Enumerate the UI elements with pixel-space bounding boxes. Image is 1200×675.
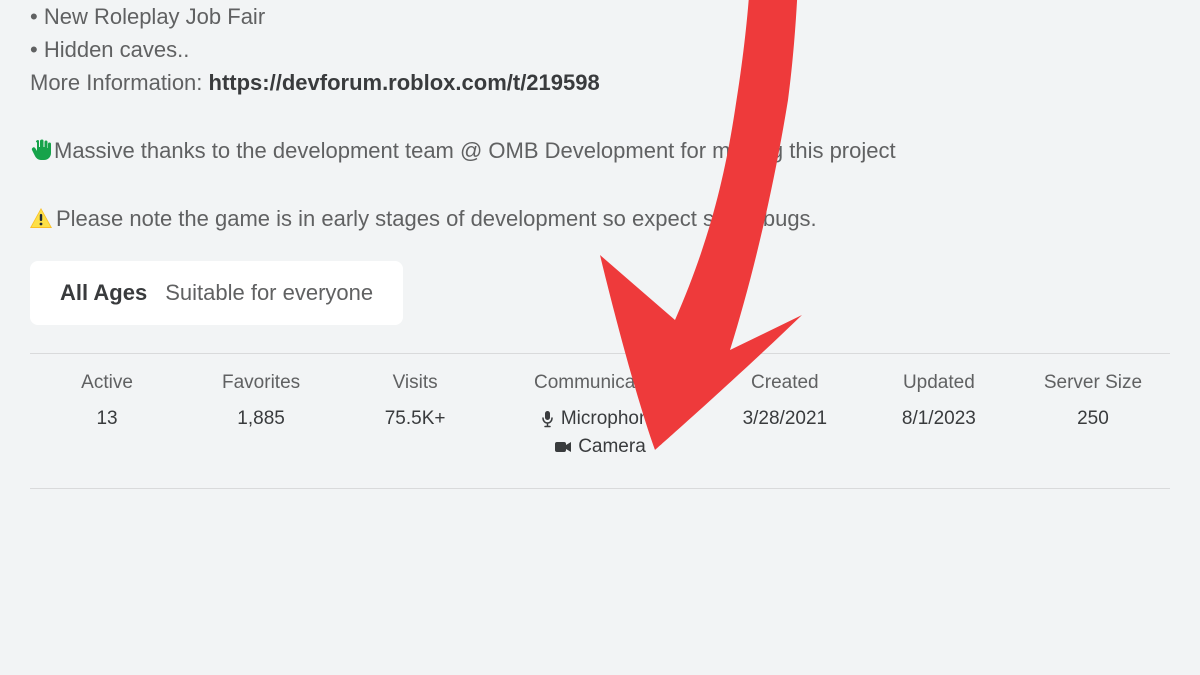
thanks-text: Massive thanks to the development team @… <box>54 138 896 163</box>
stat-header: Updated <box>862 372 1016 394</box>
stat-value: 1,885 <box>184 408 338 430</box>
stat-server-size: Server Size 250 <box>1016 372 1170 430</box>
stat-created: Created 3/28/2021 <box>708 372 862 430</box>
more-info-url[interactable]: https://devforum.roblox.com/t/219598 <box>209 70 600 95</box>
stats-row: Active 13 Favorites 1,885 Visits 75.5K+ … <box>30 372 1170 464</box>
more-info-line: More Information: https://devforum.roblo… <box>30 66 1170 99</box>
age-rating-pill[interactable]: All Ages Suitable for everyone <box>30 261 403 325</box>
stat-value: 8/1/2023 <box>862 408 1016 430</box>
stat-value: 13 <box>30 408 184 430</box>
stats-table: Active 13 Favorites 1,885 Visits 75.5K+ … <box>30 353 1170 489</box>
stat-visits: Visits 75.5K+ <box>338 372 492 430</box>
comm-microphone: Microphone <box>492 408 708 430</box>
rating-subtitle: Suitable for everyone <box>165 280 373 306</box>
comm-microphone-label: Microphone <box>561 408 660 430</box>
stat-value: 75.5K+ <box>338 408 492 430</box>
warning-icon <box>30 204 52 237</box>
comm-camera: Camera <box>492 436 708 458</box>
more-info-label: More Information: <box>30 70 209 95</box>
stat-updated: Updated 8/1/2023 <box>862 372 1016 430</box>
stat-value: 250 <box>1016 408 1170 430</box>
rating-label: All Ages <box>60 280 147 306</box>
stat-communication: Communication Microphone <box>492 372 708 464</box>
description-bullet: Hidden caves.. <box>30 33 1170 66</box>
stat-header: Favorites <box>184 372 338 394</box>
stat-active: Active 13 <box>30 372 184 430</box>
stat-header: Active <box>30 372 184 394</box>
microphone-icon <box>540 410 555 428</box>
stat-header: Server Size <box>1016 372 1170 394</box>
thanks-line: Massive thanks to the development team @… <box>30 133 1170 168</box>
stat-favorites: Favorites 1,885 <box>184 372 338 430</box>
stat-header: Created <box>708 372 862 394</box>
note-text: Please note the game is in early stages … <box>56 206 817 231</box>
stat-value: 3/28/2021 <box>708 408 862 430</box>
note-line: Please note the game is in early stages … <box>30 202 1170 237</box>
description-bullet: New Roleplay Job Fair <box>30 0 1170 33</box>
game-description-panel: New Roleplay Job Fair Hidden caves.. Mor… <box>0 0 1200 489</box>
comm-camera-label: Camera <box>578 436 646 458</box>
stat-header: Communication <box>492 372 708 394</box>
glove-icon <box>30 136 52 158</box>
stat-header: Visits <box>338 372 492 394</box>
camera-icon <box>554 440 572 454</box>
